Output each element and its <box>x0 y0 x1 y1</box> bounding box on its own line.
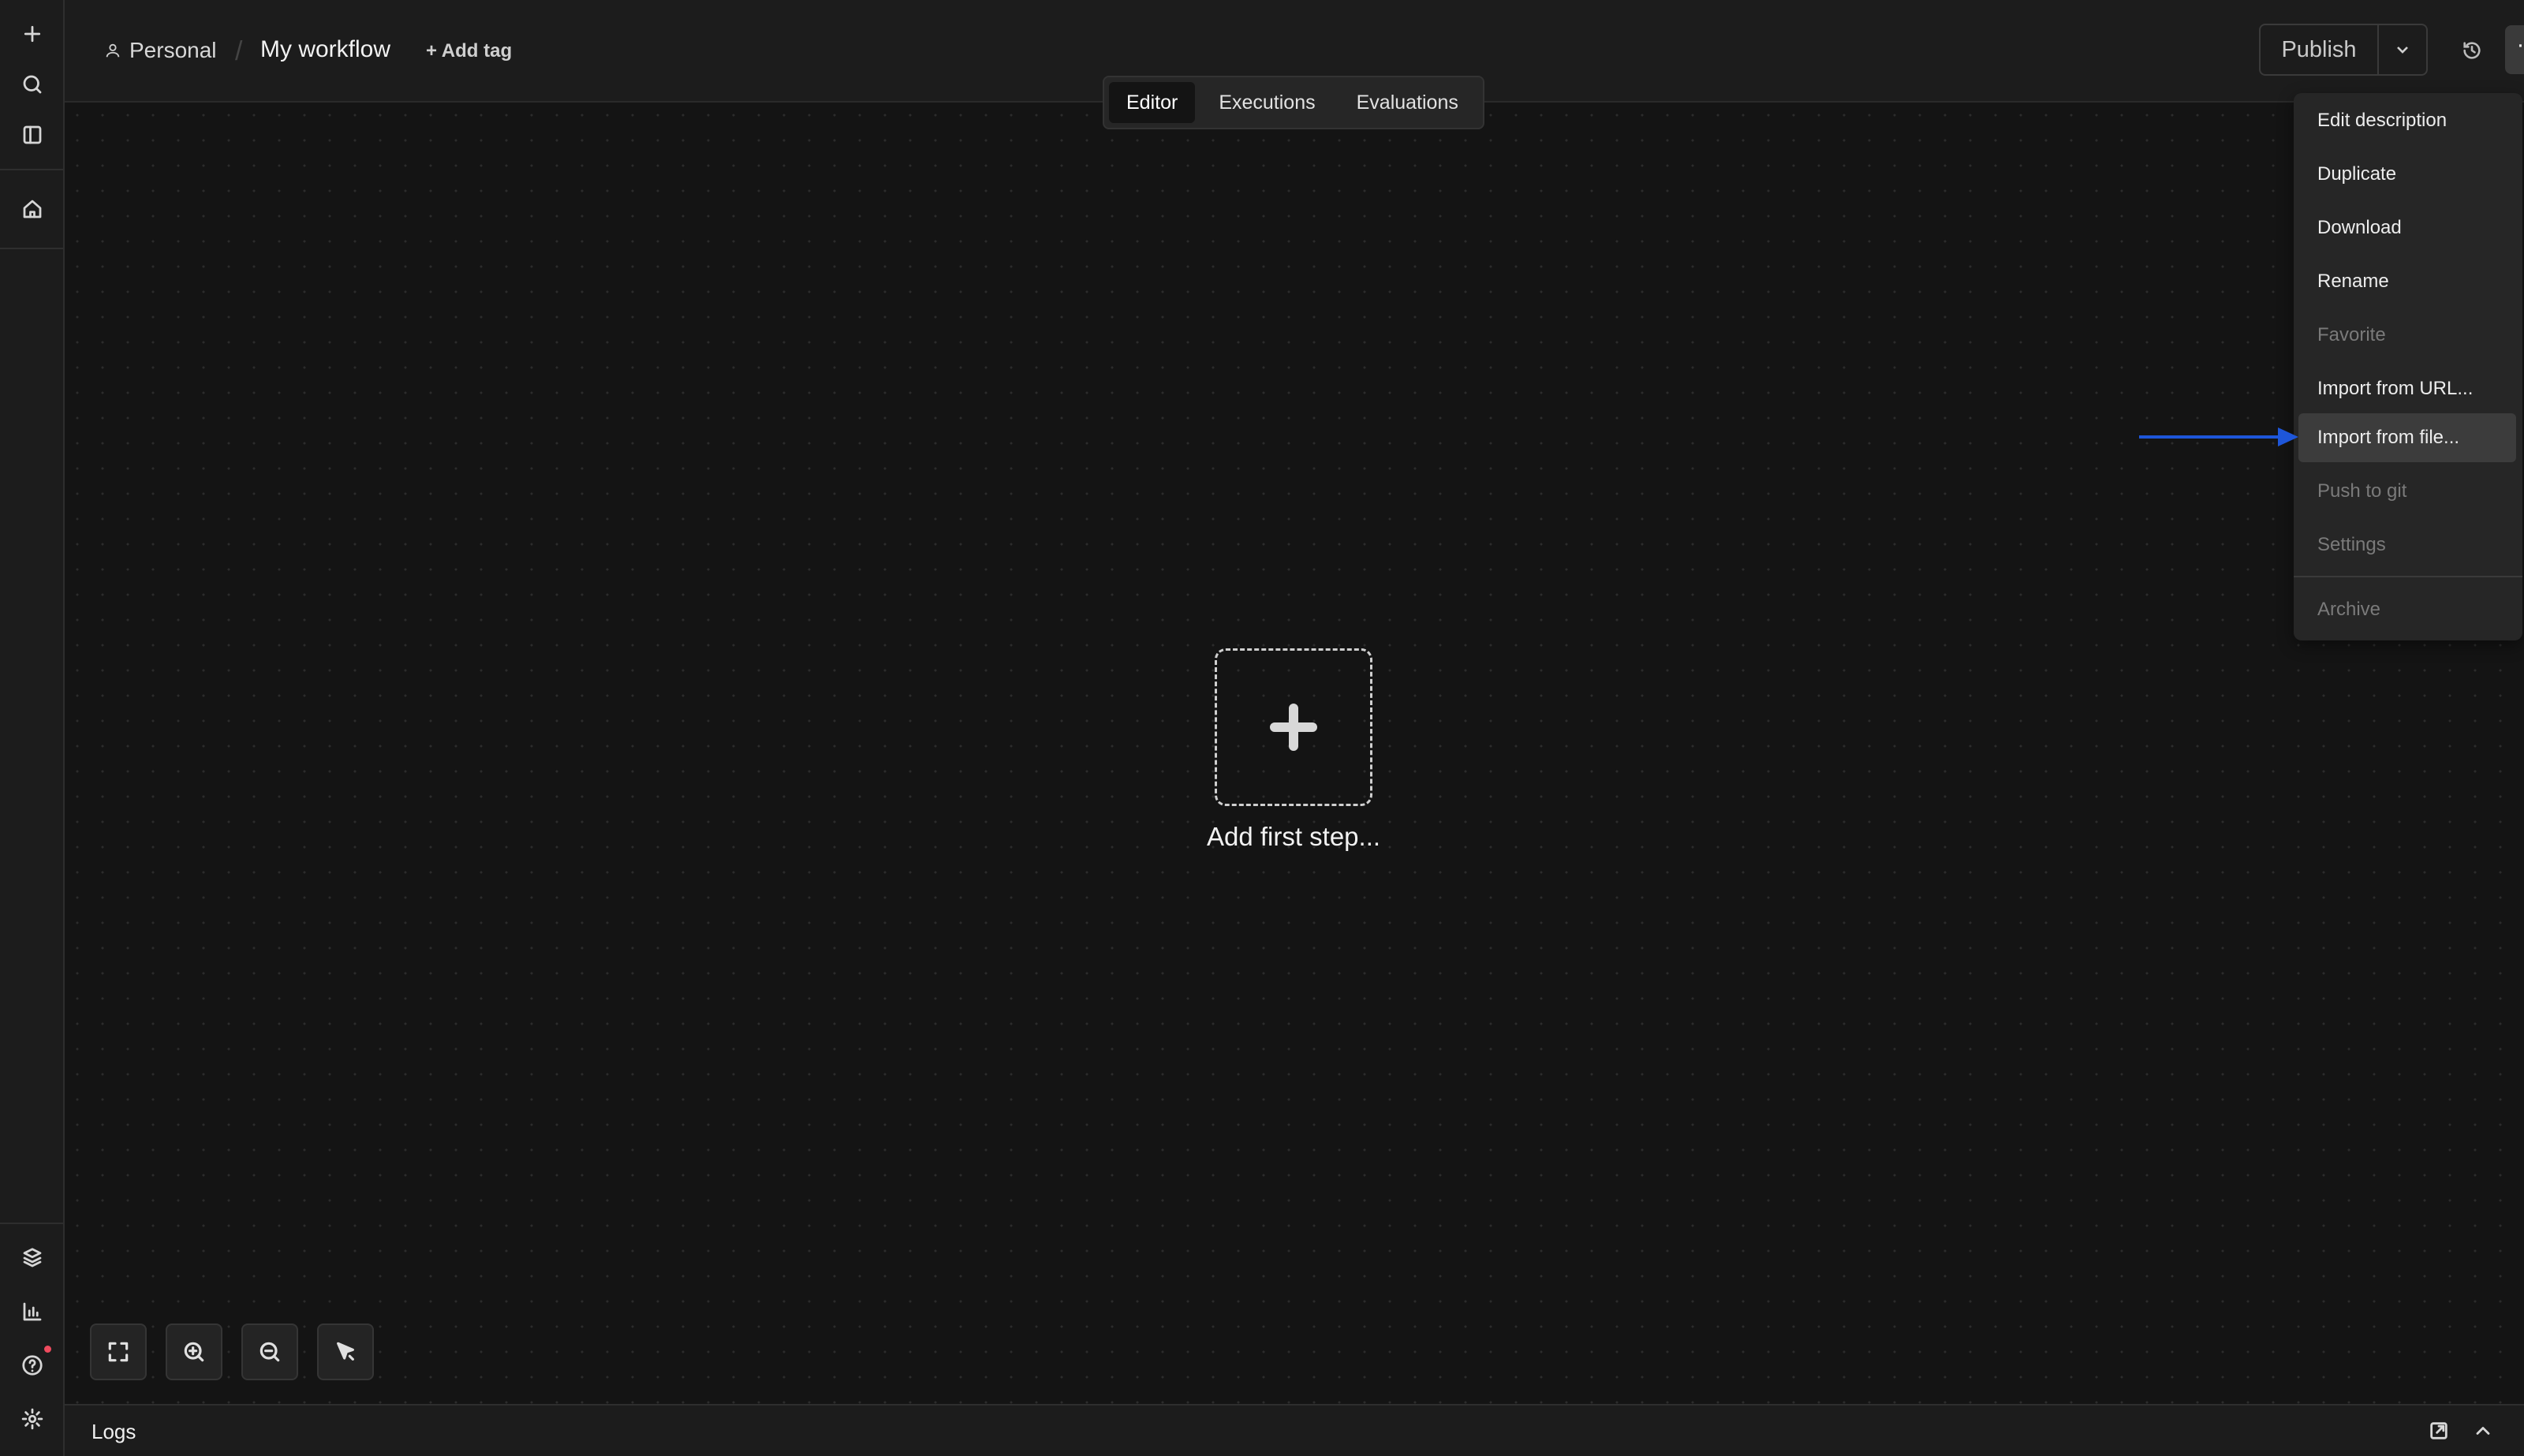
tab-evaluations[interactable]: Evaluations <box>1339 82 1476 123</box>
menu-item-import-from-url[interactable]: Import from URL... <box>2298 364 2516 413</box>
breadcrumb-project[interactable]: Personal <box>104 38 217 63</box>
add-tag-button[interactable]: + Add tag <box>426 40 512 62</box>
settings-button[interactable] <box>13 1399 52 1439</box>
rail-divider <box>0 169 65 170</box>
publish-group: Publish <box>2259 24 2428 76</box>
chevron-up-icon <box>2476 1427 2490 1435</box>
rail-divider <box>0 248 65 249</box>
help-icon <box>22 1355 43 1376</box>
view-tabs: Editor Executions Evaluations <box>1103 76 1484 129</box>
fit-view-icon <box>108 1342 129 1362</box>
workflow-canvas[interactable]: Add first step... <box>65 103 2524 1404</box>
ellipsis-icon: ··· <box>2517 33 2524 57</box>
logs-expand-button[interactable] <box>2472 1420 2496 1443</box>
zoom-out-button[interactable] <box>241 1323 298 1380</box>
logs-panel-bar[interactable]: Logs <box>65 1404 2524 1456</box>
sidebar-toggle-icon <box>23 125 42 144</box>
logs-label: Logs <box>91 1420 136 1443</box>
new-workflow-button[interactable] <box>13 14 52 54</box>
fit-view-button[interactable] <box>90 1323 147 1380</box>
logs-popout-button[interactable] <box>2428 1420 2451 1443</box>
templates-button[interactable] <box>13 1238 52 1278</box>
canvas-controls <box>90 1323 374 1380</box>
home-button[interactable] <box>13 189 52 229</box>
rail-divider <box>0 1223 65 1224</box>
menu-item-rename[interactable]: Rename <box>2298 257 2516 306</box>
menu-item-push-to-git[interactable]: Push to git <box>2298 467 2516 516</box>
publish-button[interactable]: Publish <box>2261 25 2379 74</box>
add-first-step-button[interactable] <box>1215 648 1372 806</box>
menu-item-duplicate[interactable]: Duplicate <box>2298 150 2516 199</box>
zoom-out-icon <box>259 1342 280 1362</box>
sidebar-toggle-button[interactable] <box>13 115 52 155</box>
user-icon <box>106 43 120 58</box>
history-icon <box>2463 42 2481 59</box>
plus-icon <box>24 25 41 43</box>
workflow-name[interactable]: My workflow <box>260 36 390 63</box>
tidy-up-button[interactable] <box>317 1323 374 1380</box>
workflow-history-button[interactable] <box>2456 35 2488 66</box>
more-options-button[interactable]: ··· <box>2505 25 2524 74</box>
home-icon <box>23 200 42 218</box>
annotation-arrow-head <box>2278 427 2298 446</box>
tab-editor[interactable]: Editor <box>1109 82 1196 123</box>
breadcrumb-separator: / <box>235 36 243 66</box>
annotation-arrow-line <box>2139 435 2281 439</box>
chevron-down-icon <box>2397 47 2408 54</box>
tidy-up-icon <box>337 1342 354 1361</box>
menu-divider <box>2294 576 2522 577</box>
menu-item-download[interactable]: Download <box>2298 203 2516 252</box>
menu-item-import-from-file[interactable]: Import from file... <box>2298 413 2516 462</box>
search-button[interactable] <box>13 65 52 104</box>
app-root: Personal / My workflow + Add tag Publish… <box>0 0 2524 1456</box>
tab-executions[interactable]: Executions <box>1201 82 1332 123</box>
insights-button[interactable] <box>13 1292 52 1331</box>
templates-icon <box>23 1248 42 1267</box>
more-options-menu: Edit description Duplicate Download Rena… <box>2294 93 2522 640</box>
notification-dot <box>44 1346 51 1353</box>
menu-item-archive[interactable]: Archive <box>2298 585 2516 634</box>
left-sidebar <box>0 0 65 1456</box>
zoom-in-icon <box>184 1342 204 1362</box>
popout-icon <box>2430 1422 2447 1439</box>
breadcrumb-project-label: Personal <box>129 38 217 62</box>
zoom-in-button[interactable] <box>166 1323 222 1380</box>
menu-item-settings[interactable]: Settings <box>2298 521 2516 569</box>
menu-item-edit-description[interactable]: Edit description <box>2298 96 2516 145</box>
menu-item-favorite[interactable]: Favorite <box>2298 311 2516 360</box>
plus-icon <box>1270 704 1317 751</box>
publish-options-button[interactable] <box>2379 25 2426 74</box>
insights-icon <box>23 1302 42 1321</box>
search-icon <box>23 75 42 94</box>
settings-icon <box>21 1408 43 1430</box>
add-first-step-label: Add first step... <box>1206 822 1381 851</box>
